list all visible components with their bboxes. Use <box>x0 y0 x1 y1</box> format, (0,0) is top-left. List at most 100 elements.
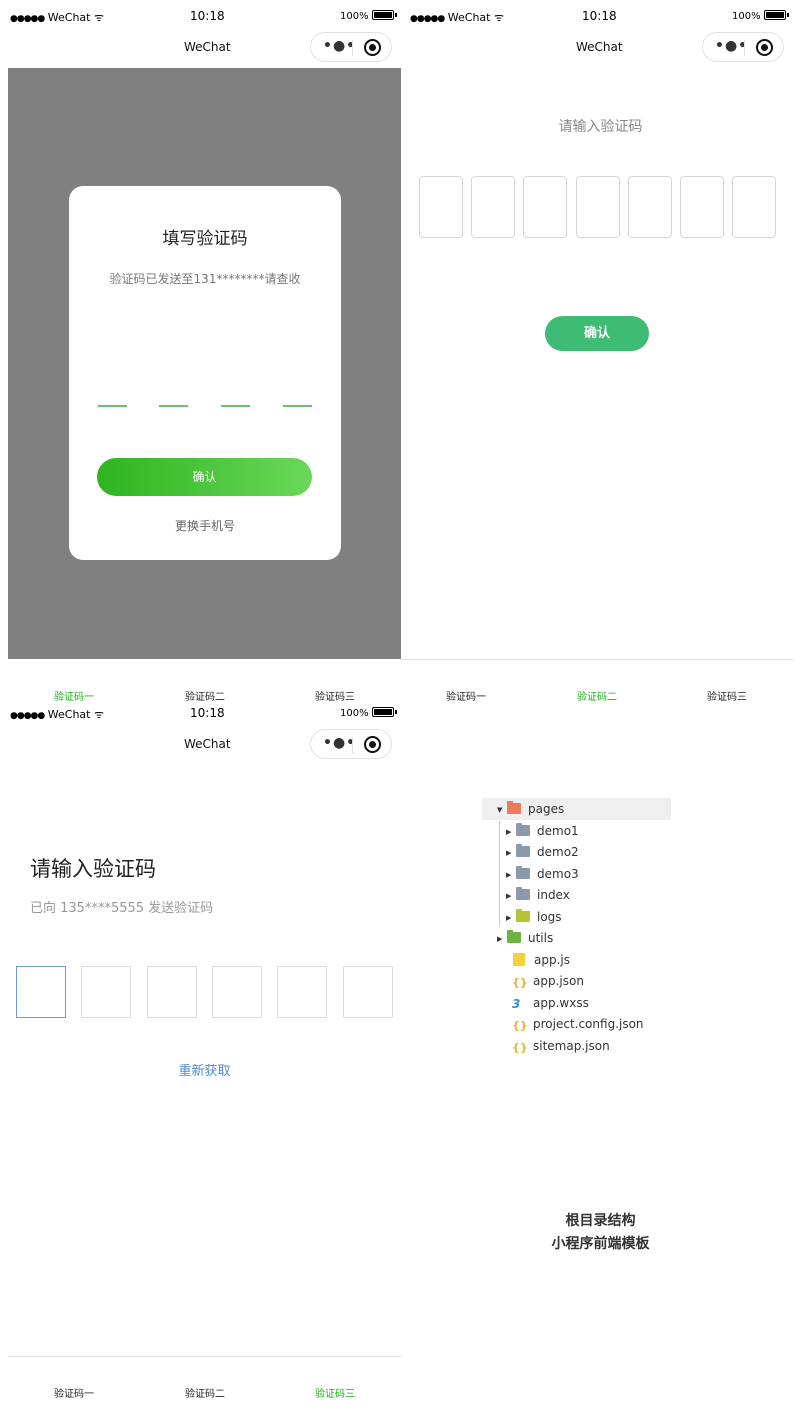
code-digit-input[interactable] <box>147 966 197 1018</box>
tree-item-label: app.js <box>534 953 570 967</box>
tree-item-demo2[interactable]: ▶ demo2 <box>506 842 579 862</box>
tree-item-label: demo1 <box>537 824 579 838</box>
status-time: 10:18 <box>582 9 617 23</box>
code-digit-input[interactable] <box>283 405 312 407</box>
collapsed-arrow-icon: ▶ <box>506 914 512 922</box>
tree-item-app-js[interactable]: app.js <box>513 950 570 970</box>
code-digit-input[interactable] <box>680 176 724 238</box>
caption-line-2: 小程序前端模板 <box>551 1236 650 1252</box>
code-digit-input[interactable] <box>343 966 393 1018</box>
status-bar: ●●●●● WeChat ᯤ 10:18 100% <box>0 697 400 721</box>
tab-code-2[interactable]: 验证码二 <box>577 688 617 703</box>
collapsed-arrow-icon: ▶ <box>506 849 512 857</box>
json-file-icon: {} <box>512 1041 528 1054</box>
tree-item-app-wxss[interactable]: 3 app.wxss <box>512 993 589 1013</box>
code-digit-input[interactable] <box>81 966 131 1018</box>
battery-percent: 100% <box>732 11 761 22</box>
resend-link[interactable]: 重新获取 <box>8 1060 401 1079</box>
signal-icon: ●●●●● <box>410 14 445 24</box>
tab-code-3[interactable]: 验证码三 <box>707 688 747 703</box>
tree-item-project-config[interactable]: {} project.config.json <box>512 1014 644 1034</box>
battery-percent: 100% <box>340 11 369 22</box>
sent-to-text: 已向 135****5555 发送验证码 <box>30 901 214 916</box>
tree-indent-guide <box>499 821 500 927</box>
tree-item-label: logs <box>537 910 562 924</box>
code-digit-input[interactable] <box>471 176 515 238</box>
battery-icon <box>763 10 789 20</box>
tree-item-demo3[interactable]: ▶ demo3 <box>506 864 579 884</box>
code-digit-input[interactable] <box>523 176 567 238</box>
tab-code-2[interactable]: 验证码二 <box>185 1385 225 1400</box>
folder-icon <box>516 823 530 836</box>
tree-item-label: app.wxss <box>533 996 589 1010</box>
status-bar: ●●●●● WeChat ᯤ 10:18 100% <box>400 0 800 24</box>
close-miniprogram-icon[interactable] <box>756 39 773 56</box>
collapsed-arrow-icon: ▶ <box>497 935 503 943</box>
status-bar: ●●●●● WeChat ᯤ 10:18 100% <box>0 0 400 24</box>
code-digit-input[interactable] <box>732 176 776 238</box>
menu-capsule: •●• <box>310 32 392 62</box>
change-phone-link[interactable]: 更换手机号 <box>69 517 341 534</box>
tree-item-label: app.json <box>533 974 584 988</box>
code-digit-input[interactable] <box>419 176 463 238</box>
tree-item-demo1[interactable]: ▶ demo1 <box>506 821 579 841</box>
signal-icon: ●●●●● <box>10 14 45 24</box>
code-digit-input[interactable] <box>159 405 188 407</box>
expanded-arrow-icon: ▼ <box>497 806 503 814</box>
signal-icon: ●●●●● <box>10 711 45 721</box>
collapsed-arrow-icon: ▶ <box>506 828 512 836</box>
confirm-button[interactable]: 确认 <box>545 316 649 351</box>
css-file-icon: 3 <box>512 997 521 1011</box>
battery-icon <box>371 10 397 20</box>
tree-item-label: sitemap.json <box>533 1039 610 1053</box>
capsule-divider <box>352 40 353 56</box>
caption-line-1: 根目录结构 <box>565 1213 636 1229</box>
page-title: 请输入验证码 <box>30 857 156 881</box>
wifi-icon: ᯤ <box>93 708 105 721</box>
close-miniprogram-icon[interactable] <box>364 39 381 56</box>
wifi-icon: ᯤ <box>93 11 105 24</box>
tab-code-1[interactable]: 验证码一 <box>446 688 486 703</box>
folder-icon <box>516 844 530 857</box>
tab-bar: 验证码一 验证码二 验证码三 <box>401 660 793 703</box>
folder-icon <box>516 909 530 922</box>
tree-item-label: pages <box>528 802 565 816</box>
code-digit-input[interactable] <box>628 176 672 238</box>
code-digit-input[interactable] <box>212 966 262 1018</box>
tree-item-index[interactable]: ▶ index <box>506 885 570 905</box>
tab-bar: 验证码一 验证码二 验证码三 <box>8 660 401 703</box>
capsule-divider <box>744 40 745 56</box>
folder-icon <box>516 887 530 900</box>
close-miniprogram-icon[interactable] <box>364 736 381 753</box>
folder-icon <box>516 866 530 879</box>
tree-item-app-json[interactable]: {} app.json <box>512 971 584 991</box>
confirm-button[interactable]: 确认 <box>97 458 312 496</box>
code-digit-input[interactable] <box>221 405 250 407</box>
dialog-subtitle: 验证码已发送至131********请查收 <box>109 272 301 286</box>
code-digit-input[interactable] <box>277 966 327 1018</box>
collapsed-arrow-icon: ▶ <box>506 892 512 900</box>
wifi-icon: ᯤ <box>493 11 505 24</box>
js-file-icon <box>513 953 525 966</box>
tree-item-label: demo2 <box>537 845 579 859</box>
tree-item-label: index <box>537 888 570 902</box>
verify-dialog: 填写验证码 验证码已发送至131********请查收 确认 更换手机号 <box>69 186 341 560</box>
capsule-divider <box>352 737 353 753</box>
tree-item-logs[interactable]: ▶ logs <box>506 907 562 927</box>
tab-code-3[interactable]: 验证码三 <box>315 1385 355 1400</box>
tree-item-pages[interactable]: ▼ pages <box>497 799 564 819</box>
code-digit-input[interactable] <box>98 405 127 407</box>
tab-code-1[interactable]: 验证码一 <box>54 1385 94 1400</box>
nav-title: WeChat <box>184 40 231 54</box>
nav-title: WeChat <box>184 737 231 751</box>
json-file-icon: {} <box>512 976 528 989</box>
tab-bar: 验证码一 验证码二 验证码三 <box>8 1357 401 1400</box>
battery-percent: 100% <box>340 708 369 719</box>
carrier-label: WeChat <box>447 11 491 24</box>
tree-item-utils[interactable]: ▶ utils <box>497 928 553 948</box>
page-title: 请输入验证码 <box>558 119 643 135</box>
code-digit-input[interactable] <box>576 176 620 238</box>
code-digit-input[interactable] <box>16 966 66 1018</box>
battery-icon <box>371 707 397 717</box>
tree-item-sitemap[interactable]: {} sitemap.json <box>512 1036 610 1056</box>
